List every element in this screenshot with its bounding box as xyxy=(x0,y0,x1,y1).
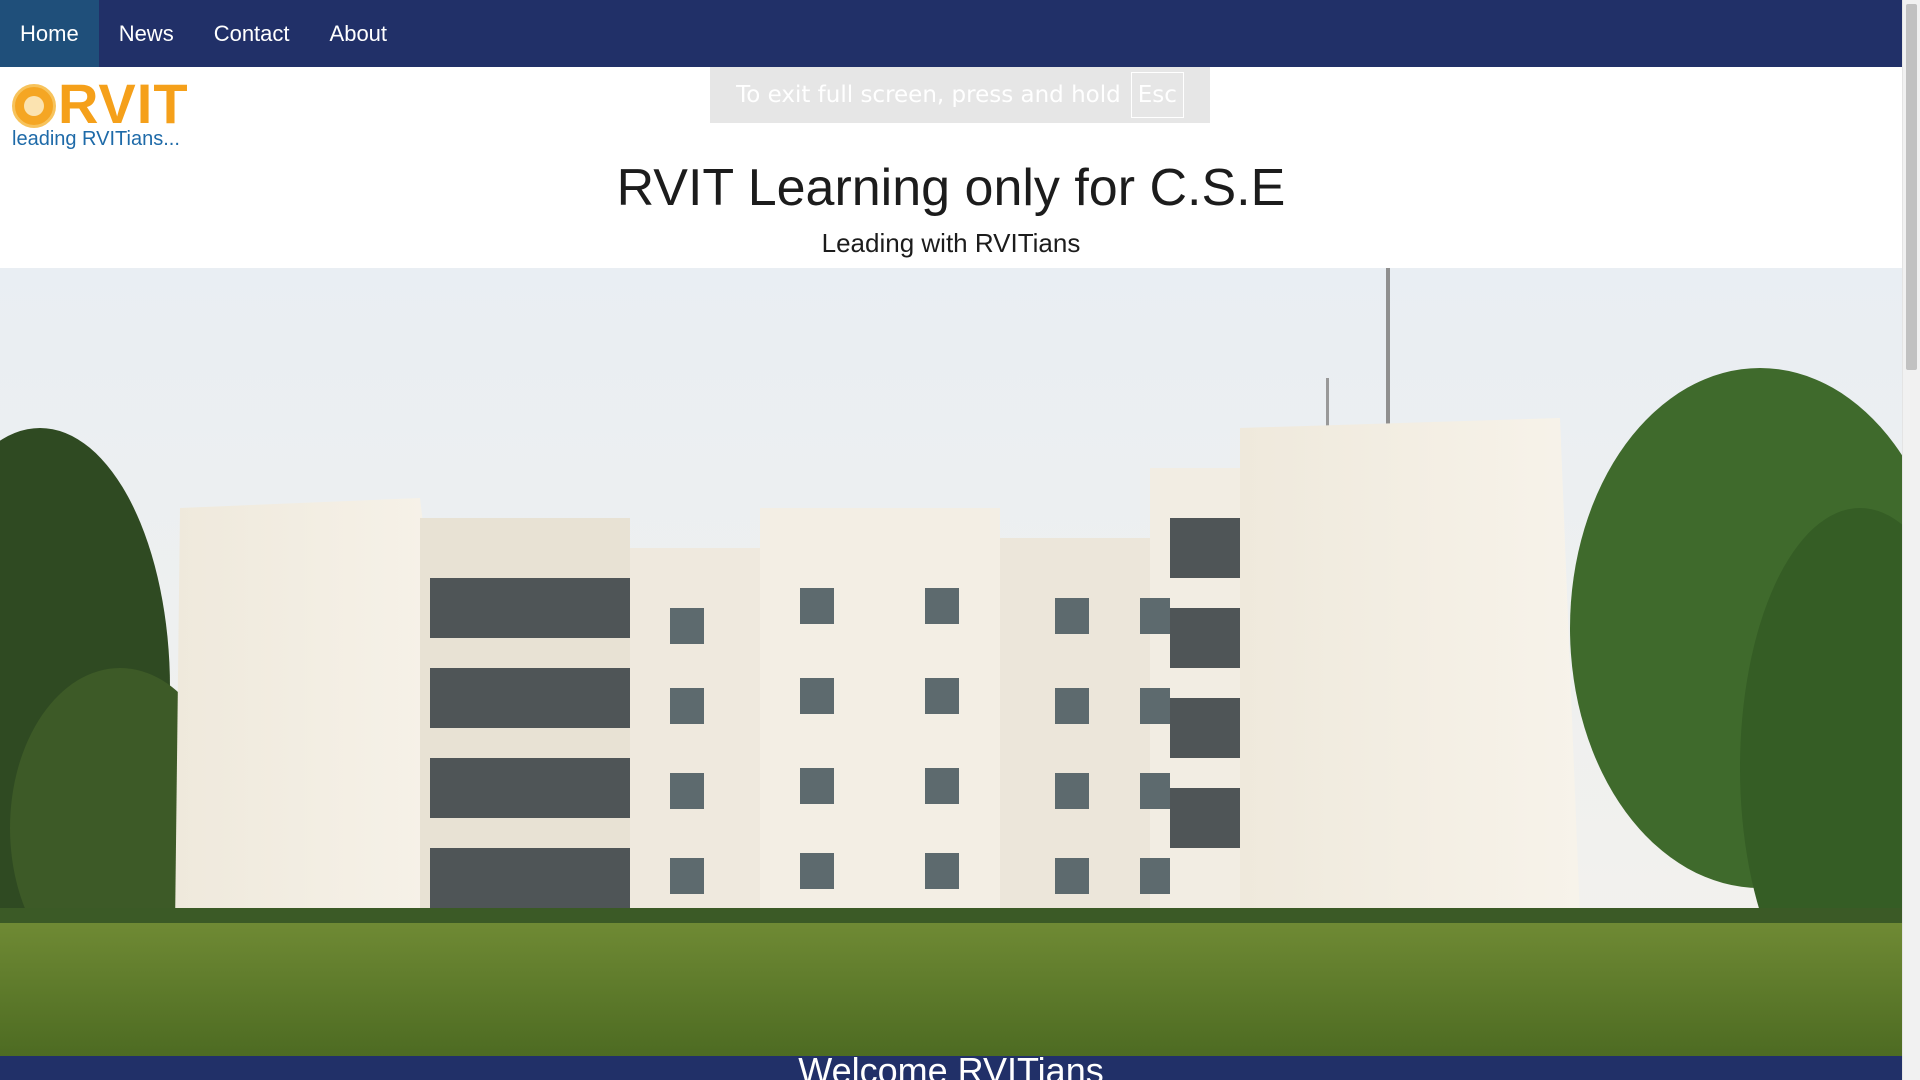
nav-home[interactable]: Home xyxy=(0,0,99,67)
page-scrollbar[interactable] xyxy=(1902,0,1920,1080)
esc-key-badge: Esc xyxy=(1130,72,1184,118)
welcome-heading: Welcome RVITians xyxy=(798,1056,1104,1080)
nav-about[interactable]: About xyxy=(310,0,408,67)
top-nav: Home News Contact About xyxy=(0,0,1902,67)
logo-tagline: leading RVITians... xyxy=(12,128,180,150)
page-subtitle: Leading with RVITians xyxy=(821,228,1081,258)
page-title: RVIT Learning only for C.S.E xyxy=(616,159,1286,217)
fullscreen-exit-notice: To exit full screen, press and hold Esc xyxy=(710,67,1210,123)
nav-contact[interactable]: Contact xyxy=(194,0,310,67)
campus-building-icon xyxy=(0,268,1902,1056)
logo-text: RVIT xyxy=(58,72,189,135)
welcome-band: Welcome RVITians xyxy=(0,1056,1902,1080)
site-logo[interactable]: RVIT leading RVITians... xyxy=(12,74,188,152)
nav-news[interactable]: News xyxy=(99,0,194,67)
hero-campus-image xyxy=(0,268,1902,1056)
logo-emblem-icon xyxy=(12,84,56,128)
scrollbar-thumb[interactable] xyxy=(1906,4,1917,370)
fullscreen-notice-text: To exit full screen, press and hold xyxy=(736,82,1121,108)
